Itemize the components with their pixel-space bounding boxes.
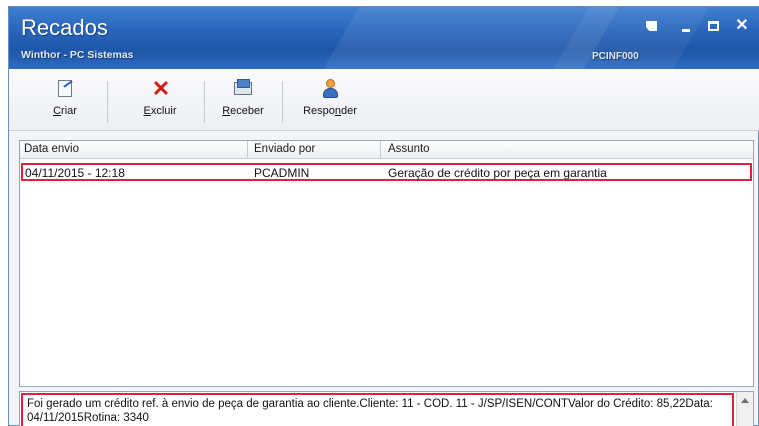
criar-label: Criar [53,105,77,117]
minimize-button[interactable] [677,17,695,35]
title-bar[interactable]: Recados Winthor - PC Sistemas PCINF000 ✕ [9,7,759,69]
minimize-icon [682,29,690,32]
receber-button[interactable]: Receber [218,79,268,127]
column-divider[interactable] [380,141,381,159]
column-header-enviado-por[interactable]: Enviado por [254,143,315,157]
routine-code: PCINF000 [592,51,639,62]
toolbar-separator [204,81,205,123]
criar-button[interactable]: Criar [45,79,85,127]
delete-icon: ✕ [151,76,171,101]
message-body-text[interactable]: Foi gerado um crédito ref. à envio de pe… [21,393,734,426]
column-header-assunto[interactable]: Assunto [388,143,430,157]
list-header: Data envio Enviado por Assunto [20,141,753,159]
toolbar: Criar ✕ Excluir Receber Responder [9,69,759,131]
restore-window-button[interactable] [643,17,661,35]
window-title: Recados [21,15,108,40]
column-divider[interactable] [247,141,248,159]
cell-enviado-por: PCADMIN [254,166,310,180]
maximize-icon [708,21,719,31]
cell-data-envio: 04/11/2015 - 12:18 [25,166,125,180]
person-icon [319,79,341,99]
table-row[interactable]: 04/11/2015 - 12:18 PCADMIN Geração de cr… [21,163,752,181]
column-header-data-envio[interactable]: Data envio [24,143,79,157]
recados-window: Recados Winthor - PC Sistemas PCINF000 ✕… [8,6,759,426]
receive-mail-icon [232,79,254,99]
message-detail-panel: Foi gerado um crédito ref. à envio de pe… [19,391,754,426]
cell-assunto: Geração de crédito por peça em garantia [388,166,607,180]
responder-button[interactable]: Responder [298,79,362,127]
scroll-up-icon[interactable] [741,398,749,403]
toolbar-separator [107,81,108,123]
responder-label: Responder [303,105,357,117]
window-subtitle: Winthor - PC Sistemas [21,49,134,61]
excluir-button[interactable]: ✕ Excluir [135,76,185,127]
receber-label: Receber [222,105,264,117]
new-message-icon [54,79,76,99]
close-icon: ✕ [735,17,749,34]
detail-scrollbar[interactable] [736,392,753,426]
restore-icon [646,21,657,31]
excluir-label: Excluir [143,105,177,117]
close-button[interactable]: ✕ [733,17,751,35]
toolbar-separator [282,81,283,123]
maximize-button[interactable] [705,17,723,35]
messages-list[interactable]: Data envio Enviado por Assunto 04/11/201… [19,140,754,387]
